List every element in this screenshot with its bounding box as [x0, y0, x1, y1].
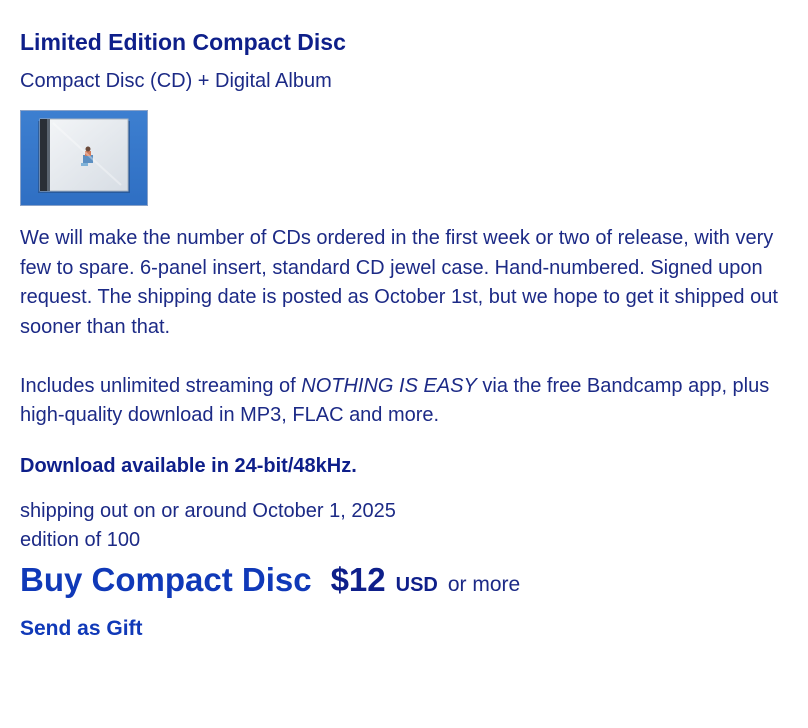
shipping-info: shipping out on or around October 1, 202…	[20, 497, 788, 555]
buy-compact-disc-button[interactable]: Buy Compact Disc	[20, 561, 312, 599]
package-format: Compact Disc (CD) + Digital Album	[20, 70, 332, 92]
package-title: Limited Edition Compact Disc	[20, 29, 346, 55]
or-more-label: or more	[447, 572, 521, 596]
price: $12	[330, 560, 386, 598]
description-paragraph: Includes unlimited streaming of NOTHING …	[20, 372, 788, 431]
package-description: We will make the number of CDs ordered i…	[20, 224, 788, 431]
cd-jewel-case-icon	[38, 118, 130, 193]
hires-note: Download available in 24-bit/48kHz.	[20, 454, 357, 477]
package-image[interactable]	[20, 110, 148, 206]
package-section: Limited Edition Compact Disc Compact Dis…	[0, 0, 808, 641]
edition-size: edition of 100	[20, 528, 141, 551]
album-title: NOTHING IS EASY	[301, 374, 477, 397]
description-text: Includes unlimited streaming of	[20, 374, 302, 397]
send-as-gift-link[interactable]: Send as Gift	[20, 617, 143, 641]
buy-row: Buy Compact Disc $12 USD or more	[20, 561, 788, 599]
description-paragraph: We will make the number of CDs ordered i…	[20, 227, 778, 338]
shipping-date: shipping out on or around October 1, 202…	[20, 499, 396, 522]
currency: USD	[395, 573, 438, 596]
